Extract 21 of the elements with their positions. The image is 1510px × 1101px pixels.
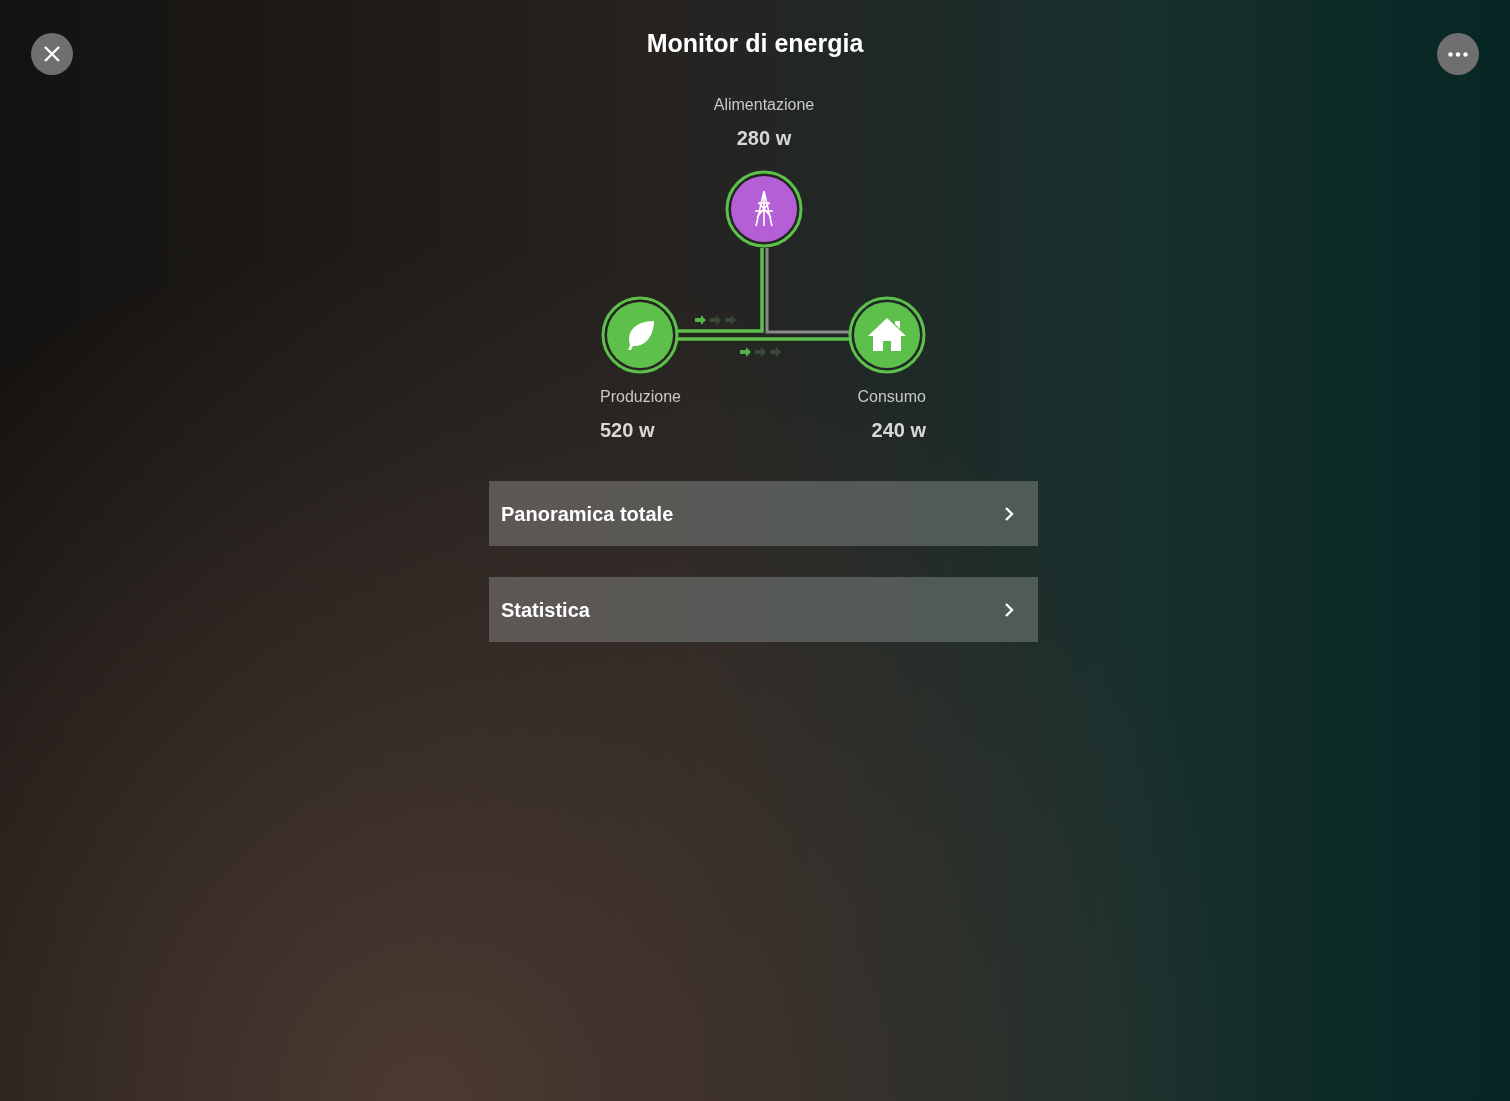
menu-item[interactable]: Panoramica totale — [489, 481, 1038, 546]
flow-arrows-icon — [740, 347, 781, 357]
node-value: 240 w — [871, 418, 926, 443]
node-circle[interactable] — [725, 170, 803, 248]
page-title: Monitor di energia — [646, 28, 864, 60]
more-icon — [1448, 51, 1468, 57]
node-label: Consumo — [857, 387, 926, 407]
close-icon — [43, 45, 61, 63]
flow-arrows-icon — [695, 315, 736, 325]
house-icon — [868, 318, 906, 351]
node-label: Alimentazione — [713, 95, 815, 115]
more-button[interactable] — [1437, 33, 1479, 75]
node-label: Produzione — [600, 387, 681, 407]
leaf-icon — [628, 321, 654, 350]
close-button[interactable] — [31, 33, 73, 75]
node-value: 520 w — [600, 418, 655, 443]
pylon-icon — [754, 190, 774, 227]
chevron-right-icon — [1004, 601, 1014, 618]
chevron-right-icon — [1004, 505, 1014, 522]
menu-item[interactable]: Statistica — [489, 577, 1038, 642]
node-value: 280 w — [736, 126, 792, 151]
